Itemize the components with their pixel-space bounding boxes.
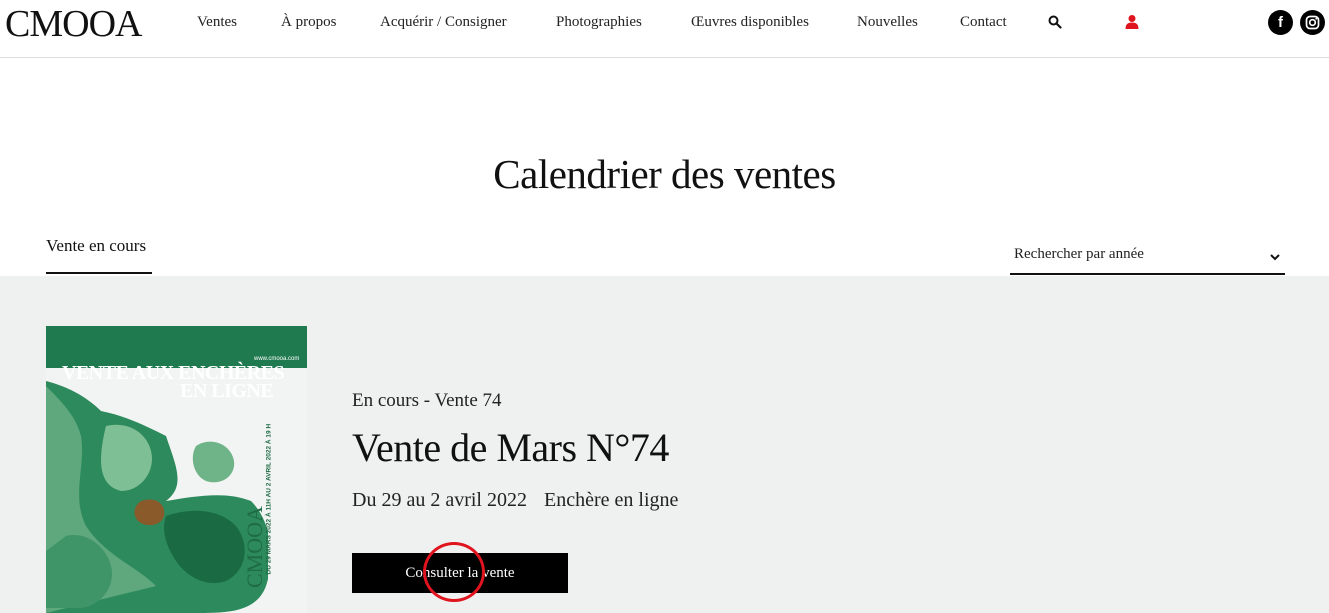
- poster-headline-line2: EN LIGNE: [180, 380, 274, 402]
- consult-sale-button[interactable]: Consulter la vente: [352, 553, 568, 593]
- nav-item-acquerir-consigner[interactable]: Acquérir / Consigner: [380, 14, 507, 31]
- logo[interactable]: CMOOA: [5, 2, 142, 46]
- page-title: Calendrier des ventes: [493, 151, 836, 197]
- facebook-glyph: f: [1278, 14, 1283, 31]
- year-select-label: Rechercher par année: [1014, 246, 1144, 262]
- sale-poster[interactable]: www.cmooa.com VENTE AUX ENCHÈRES EN LIGN…: [46, 326, 307, 613]
- nav-item-photographies[interactable]: Photographies: [556, 14, 642, 31]
- sale-title[interactable]: Vente de Mars N°74: [352, 424, 669, 471]
- nav-item-ventes[interactable]: Ventes: [197, 14, 237, 31]
- tab-vente-en-cours[interactable]: Vente en cours: [46, 236, 146, 256]
- sale-type: Enchère en ligne: [544, 489, 679, 511]
- nav-item-a-propos[interactable]: À propos: [281, 14, 336, 31]
- nav-item-nouvelles[interactable]: Nouvelles: [857, 14, 918, 31]
- sale-dates: Du 29 au 2 avril 2022: [352, 489, 527, 511]
- search-icon[interactable]: [1048, 15, 1062, 29]
- site-header: CMOOA Ventes À propos Acquérir / Consign…: [0, 0, 1329, 58]
- chevron-down-icon: [1270, 254, 1280, 261]
- instagram-icon[interactable]: [1300, 10, 1325, 35]
- year-select[interactable]: Rechercher par année: [1010, 245, 1285, 275]
- sale-meta: En cours - Vente 74: [352, 390, 502, 411]
- tab-active-underline: [46, 272, 152, 274]
- facebook-icon[interactable]: f: [1268, 10, 1293, 35]
- nav-item-oeuvres-disponibles[interactable]: Œuvres disponibles: [691, 14, 809, 31]
- user-icon[interactable]: [1124, 14, 1140, 30]
- poster-brand: CMOOA: [242, 506, 267, 588]
- instagram-glyph: [1305, 15, 1320, 30]
- nav-item-contact[interactable]: Contact: [960, 14, 1007, 31]
